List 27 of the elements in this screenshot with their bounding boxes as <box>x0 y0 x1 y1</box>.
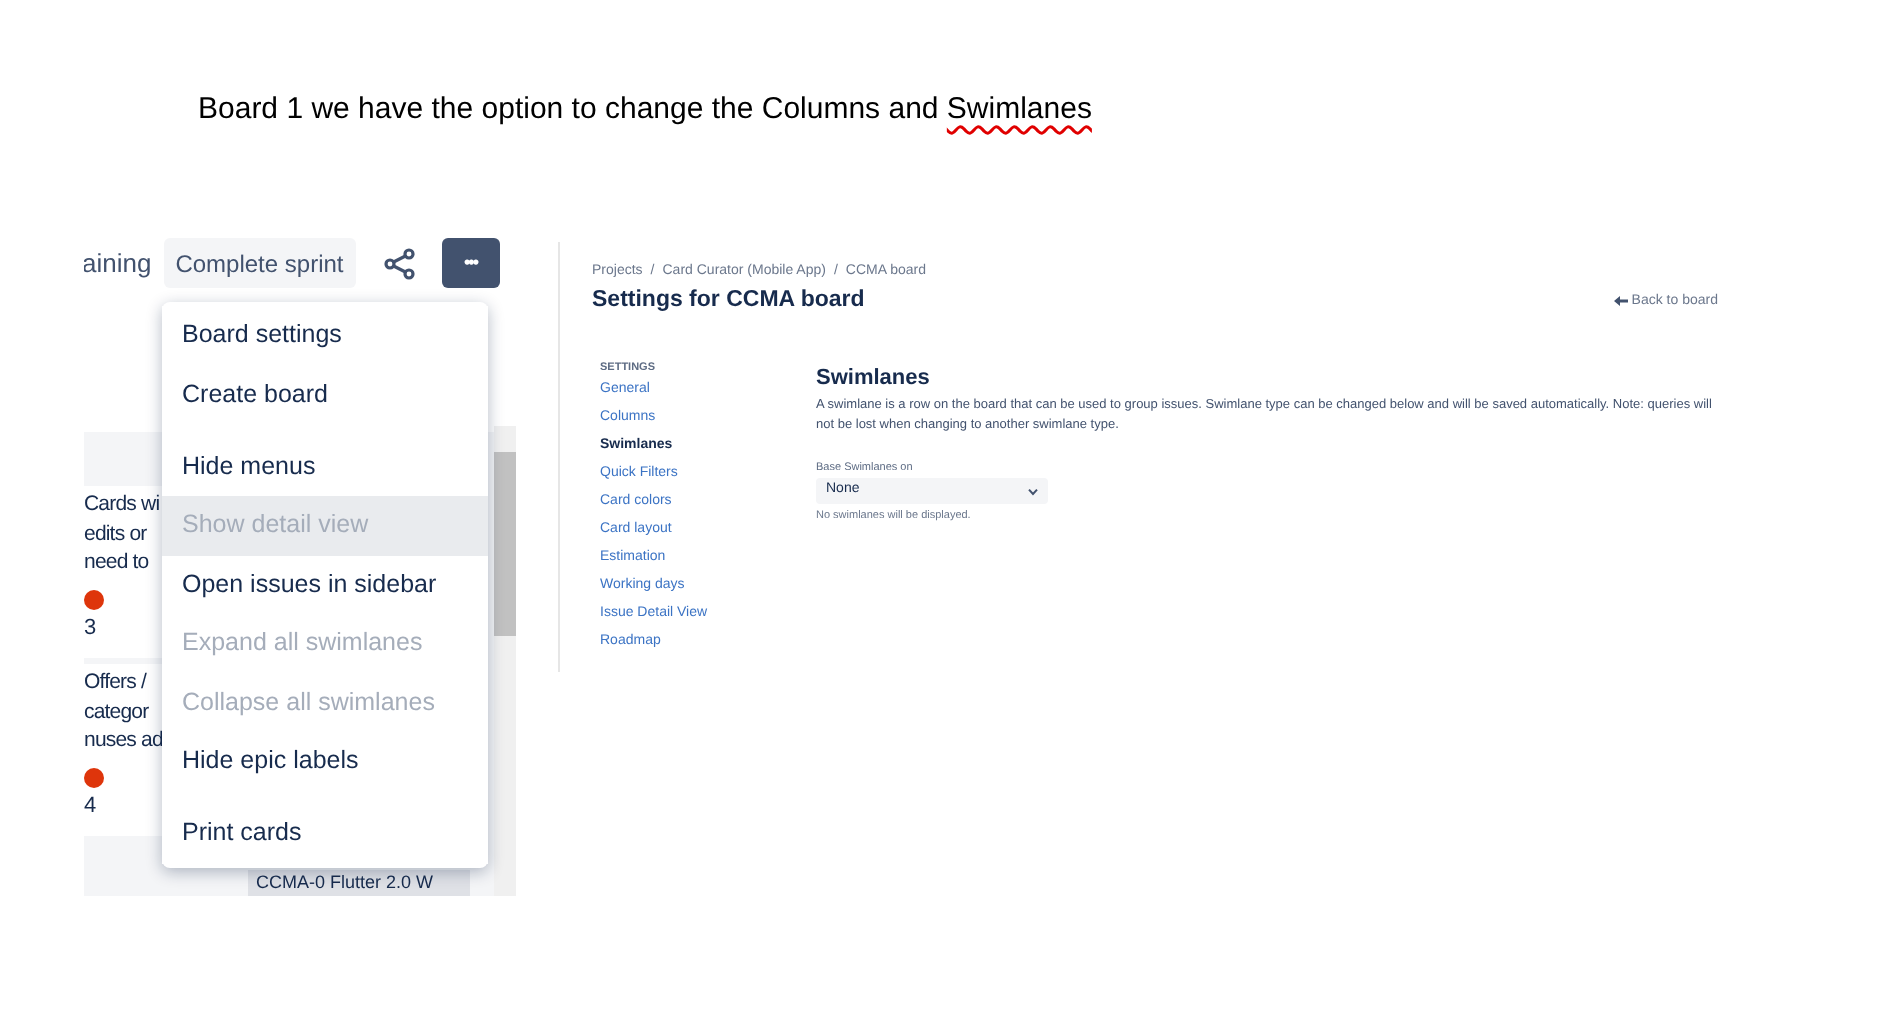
card-count: 3 <box>84 613 96 642</box>
card-text: need to <box>84 548 149 577</box>
menu-item[interactable]: Board settings <box>162 306 488 365</box>
issue-card[interactable]: CCMA-0 Flutter 2.0 W <box>248 870 470 896</box>
card-text: Cards wi <box>84 490 160 519</box>
card-count: 4 <box>84 791 96 820</box>
caption: Board 1 we have the option to change the Columns and Swimlanes <box>198 92 1092 128</box>
page-title: Settings for CCMA board <box>592 286 867 314</box>
menu-item[interactable]: Open issues in sidebar <box>162 555 488 614</box>
chevron-down-icon <box>1028 487 1038 495</box>
share-icon[interactable] <box>383 247 416 279</box>
card-text: Offers / <box>84 668 147 697</box>
card-text: categor <box>84 697 149 726</box>
more-button[interactable]: ••• <box>441 238 500 288</box>
status-badge <box>84 767 104 787</box>
menu-item[interactable]: Hide menus <box>162 437 488 497</box>
menu-item[interactable]: Create board <box>162 364 488 424</box>
complete-sprint-button[interactable]: Complete sprint <box>163 238 356 288</box>
card-title: CCMA-0 Flutter 2.0 W <box>256 872 434 894</box>
section-title: Swimlanes <box>816 364 932 392</box>
menu-item[interactable]: Print cards <box>162 804 488 864</box>
back-arrow-icon <box>1613 296 1628 307</box>
scrollbar[interactable] <box>494 426 516 896</box>
card-text: edits or <box>84 519 147 548</box>
card-text: nuses ad <box>84 726 163 755</box>
menu-item[interactable]: Hide epic labels <box>162 731 488 791</box>
status-badge <box>84 589 104 609</box>
